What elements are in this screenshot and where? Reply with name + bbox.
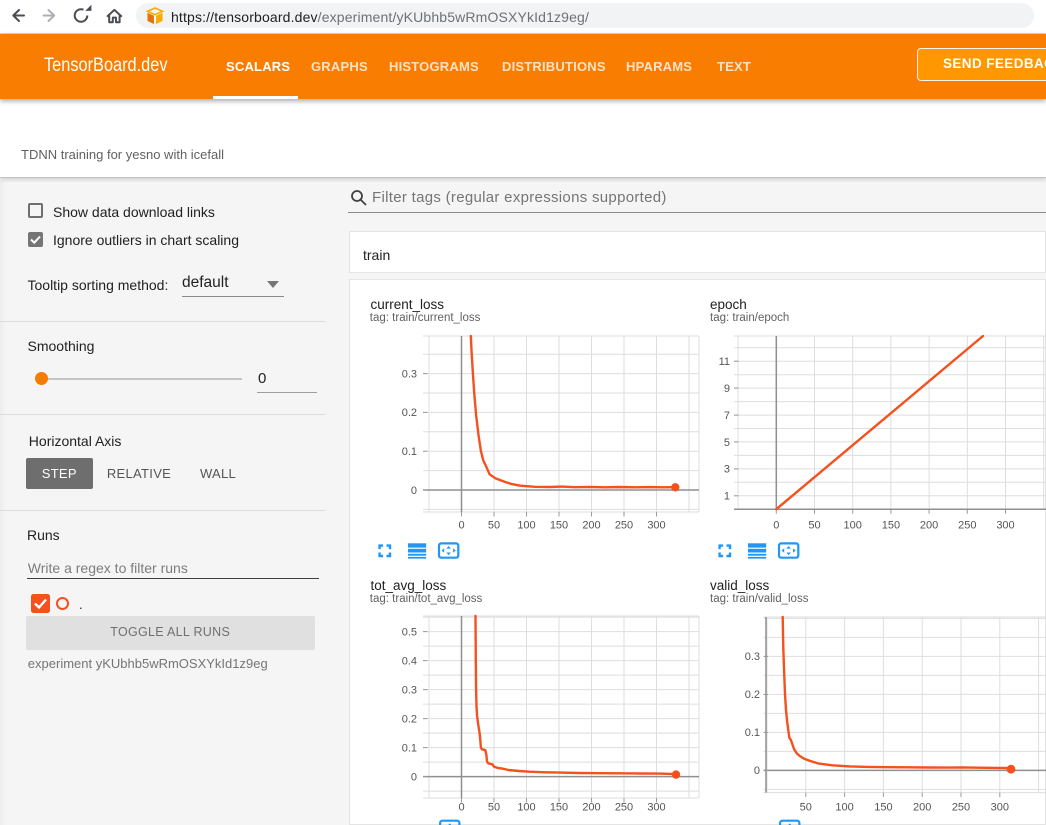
svg-text:200: 200 [582,520,600,532]
svg-text:0: 0 [754,765,760,777]
svg-text:100: 100 [835,802,853,814]
svg-text:3: 3 [724,464,730,476]
svg-text:250: 250 [952,802,970,814]
svg-text:7: 7 [724,410,730,422]
svg-text:50: 50 [800,802,812,814]
svg-text:150: 150 [550,520,568,532]
svg-text:0.1: 0.1 [402,742,417,754]
svg-text:0: 0 [773,520,779,532]
svg-text:100: 100 [517,802,535,814]
svg-text:300: 300 [996,520,1014,532]
svg-text:0: 0 [411,485,417,497]
svg-text:0: 0 [458,520,464,532]
svg-text:0.3: 0.3 [402,368,417,380]
svg-text:250: 250 [958,520,976,532]
svg-text:0.1: 0.1 [745,727,760,739]
svg-text:0.2: 0.2 [745,689,760,701]
svg-text:50: 50 [488,520,500,532]
svg-text:200: 200 [913,802,931,814]
svg-text:300: 300 [647,802,665,814]
svg-text:0.2: 0.2 [402,407,417,419]
svg-text:0.3: 0.3 [745,651,760,663]
svg-text:0: 0 [411,771,417,783]
svg-text:11: 11 [719,356,730,368]
svg-text:0: 0 [458,802,464,814]
svg-text:250: 250 [615,802,633,814]
svg-text:5: 5 [724,437,730,449]
svg-text:0.4: 0.4 [402,655,417,667]
svg-text:200: 200 [920,520,938,532]
svg-text:250: 250 [615,520,633,532]
svg-text:300: 300 [647,520,665,532]
svg-text:100: 100 [517,520,535,532]
svg-text:9: 9 [724,383,730,395]
svg-text:1: 1 [724,491,730,503]
svg-text:100: 100 [844,520,862,532]
svg-text:50: 50 [488,802,500,814]
svg-text:300: 300 [991,802,1009,814]
svg-text:0.2: 0.2 [402,713,417,725]
svg-text:50: 50 [808,520,820,532]
svg-text:0.3: 0.3 [402,684,417,696]
svg-text:200: 200 [582,802,600,814]
svg-text:150: 150 [874,802,892,814]
svg-text:0.1: 0.1 [402,446,417,458]
svg-text:150: 150 [882,520,900,532]
svg-text:150: 150 [550,802,568,814]
svg-text:0.5: 0.5 [402,626,417,638]
